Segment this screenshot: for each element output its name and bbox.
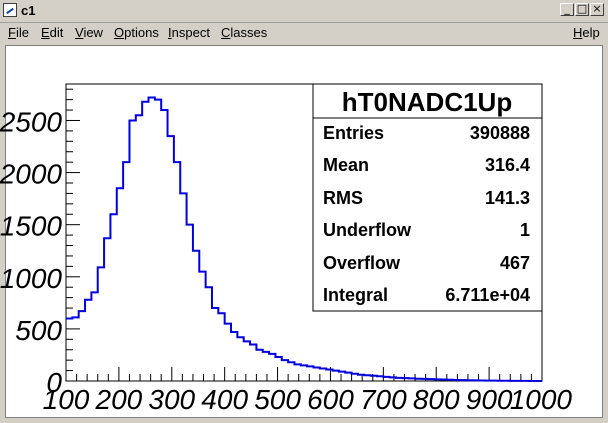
stats-label-underflow: Underflow bbox=[323, 220, 412, 240]
y-tick-label: 1000 bbox=[0, 263, 62, 294]
histogram-chart: 05001000150020002500 100 200 300 400 500 600 7… bbox=[0, 83, 573, 415]
stats-value-underflow: 1 bbox=[520, 220, 530, 240]
y-tick-label: 2000 bbox=[0, 159, 62, 190]
x-tick-label: 400 bbox=[201, 384, 248, 415]
stats-label-mean: Mean bbox=[323, 155, 369, 175]
stats-box: hT0NADC1Up Entries 390888 Mean 316.4 RMS… bbox=[312, 83, 543, 312]
stats-value-overflow: 467 bbox=[500, 253, 530, 273]
stats-value-entries: 390888 bbox=[470, 123, 530, 143]
x-tick-label: 700 bbox=[360, 384, 407, 415]
x-tick-label: 200 bbox=[95, 384, 143, 415]
y-tick-label: 500 bbox=[15, 315, 62, 346]
stats-value-integral: 6.711e+04 bbox=[445, 285, 530, 305]
y-tick-label: 1500 bbox=[0, 211, 62, 242]
stats-label-rms: RMS bbox=[323, 188, 363, 208]
stats-title: hT0NADC1Up bbox=[342, 87, 512, 117]
stats-label-entries: Entries bbox=[323, 123, 384, 143]
x-tick-label: 600 bbox=[307, 384, 354, 415]
stats-label-integral: Integral bbox=[323, 285, 388, 305]
stats-label-overflow: Overflow bbox=[323, 253, 401, 273]
stats-value-rms: 141.3 bbox=[485, 188, 530, 208]
y-tick-label: 2500 bbox=[0, 106, 62, 137]
x-tick-label: 1000 bbox=[510, 384, 573, 415]
stats-value-mean: 316.4 bbox=[485, 155, 530, 175]
x-tick-label: 900 bbox=[466, 384, 513, 415]
y-axis-labels: 05001000150020002500 bbox=[0, 106, 62, 398]
x-tick-label: 100 bbox=[43, 384, 90, 415]
x-tick-label: 800 bbox=[413, 384, 460, 415]
x-axis-labels: 100 200 300 400 500 600 700 800 9001000 bbox=[43, 384, 573, 415]
x-tick-label: 300 bbox=[148, 384, 195, 415]
x-tick-label: 500 bbox=[254, 384, 301, 415]
